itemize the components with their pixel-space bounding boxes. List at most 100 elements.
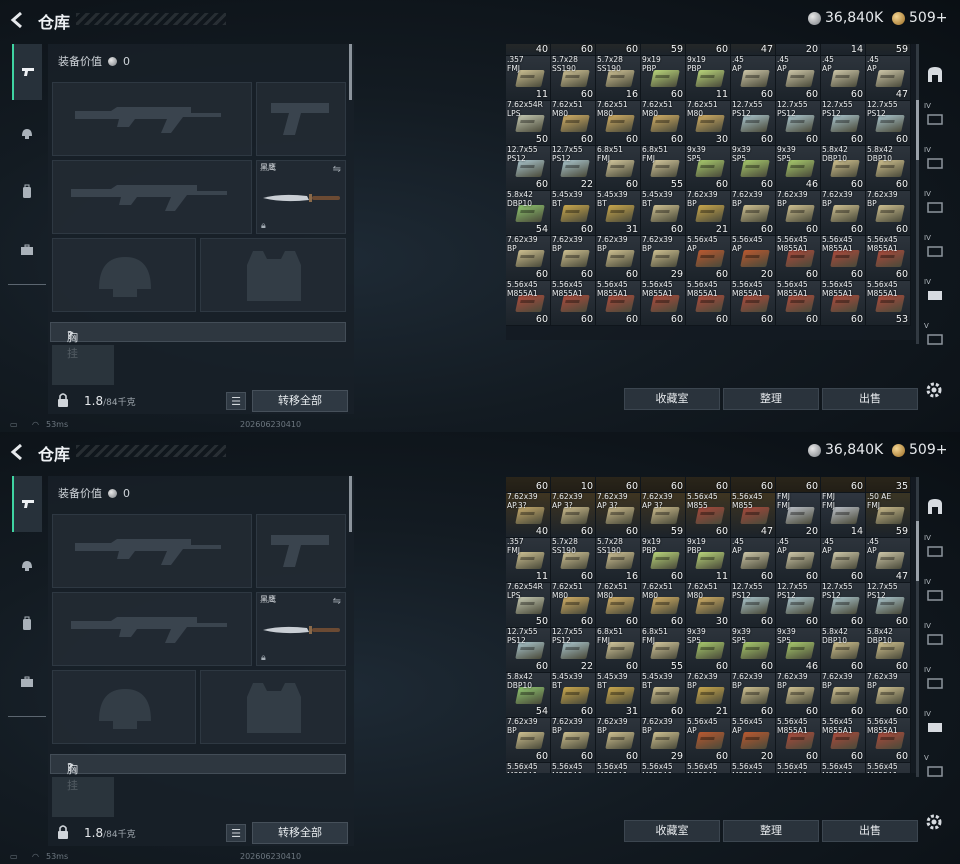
chest-rig-slot[interactable]	[52, 345, 114, 385]
ammo-stack[interactable]: 5.7x28 SS190 16	[596, 56, 641, 101]
ammo-stack[interactable]: 5.56x45 M855A153	[866, 763, 911, 773]
tab-stash[interactable]	[922, 56, 948, 92]
ammo-stack[interactable]: .45 AP 60	[731, 56, 776, 101]
ammo-stack[interactable]: 9x19 PBP 60	[641, 538, 686, 583]
tab-armor[interactable]	[12, 538, 42, 594]
ammo-stack[interactable]: .45 AP 60	[821, 56, 866, 101]
ammo-stack[interactable]: .45 AP 47	[866, 56, 911, 101]
sidearm-slot[interactable]	[256, 514, 346, 588]
ammo-stack[interactable]: 7.62x39 BP 60	[866, 673, 911, 718]
help-icon[interactable]: ?	[67, 329, 73, 342]
armor-slot[interactable]	[200, 670, 346, 744]
ammo-stack[interactable]: FMJ FMJ14	[821, 44, 866, 56]
chest-rig-header[interactable]: 胸挂 ?	[50, 322, 346, 360]
tab-storage-2[interactable]: IV	[922, 576, 948, 612]
ammo-stack[interactable]: 5.56x45 M85560	[686, 44, 731, 56]
ammo-stack[interactable]: 6.8x51 FMJ 55	[641, 628, 686, 673]
ammo-stack[interactable]: 5.56x45 M855A160	[506, 281, 551, 326]
swap-icon[interactable]: ⇋	[333, 164, 341, 175]
ammo-stack[interactable]: 7.62x39 BP 60	[731, 191, 776, 236]
ammo-stack[interactable]: .357 FMJ 11	[506, 56, 551, 101]
ammo-stack[interactable]: 7.62x51 M80 30	[686, 583, 731, 628]
sort-button[interactable]: 整理	[723, 820, 819, 842]
tab-storage-2[interactable]: IV	[922, 144, 948, 180]
ammo-stack[interactable]: 5.45x39 BT 60	[551, 191, 596, 236]
ammo-stack[interactable]: 5.56x45 AP 60	[686, 718, 731, 763]
loadout-scrollbar[interactable]	[349, 476, 352, 532]
ammo-stack[interactable]: 7.62x51 M80 60	[641, 583, 686, 628]
ammo-stack[interactable]: .45 AP 60	[776, 56, 821, 101]
tab-storage-5[interactable]: IV	[922, 276, 948, 312]
tab-backpack[interactable]	[12, 164, 42, 220]
ammo-stack[interactable]: 5.56x45 M855A160	[641, 281, 686, 326]
tab-storage-6[interactable]: V	[922, 320, 948, 356]
collection-room-button[interactable]: 收藏室	[624, 388, 720, 410]
ammo-stack[interactable]: 6.8x51 FMJ 55	[641, 146, 686, 191]
ammo-stack[interactable]: 7.62x39 BP 60	[821, 191, 866, 236]
ammo-stack[interactable]: 7.62x39 BP 60	[776, 191, 821, 236]
ammo-stack[interactable]: 5.56x45 M855A160	[821, 236, 866, 281]
chest-rig-header[interactable]: 胸挂 ?	[50, 754, 346, 792]
ammo-stack[interactable]: 5.45x39 BT 60	[551, 673, 596, 718]
loadout-scrollbar[interactable]	[349, 44, 352, 100]
ammo-stack[interactable]: 5.56x45 M855A160	[551, 763, 596, 773]
tab-case[interactable]	[12, 222, 42, 278]
ammo-stack[interactable]: 7.62x54R LPS 50	[506, 583, 551, 628]
ammo-stack[interactable]: 60	[596, 477, 641, 493]
ammo-stack[interactable]: 5.56x45 AP 60	[686, 236, 731, 281]
ammo-stack[interactable]: 7.62x39 BP 29	[641, 718, 686, 763]
ammo-stack[interactable]: 5.8x42 DBP10 54	[506, 673, 551, 718]
ammo-stack[interactable]: 5.56x45 M855A160	[731, 281, 776, 326]
ammo-stack[interactable]: 5.56x45 M855A160	[866, 236, 911, 281]
transfer-all-button[interactable]: 转移全部	[252, 822, 348, 844]
ammo-stack[interactable]: 9x39 SP5 46	[776, 146, 821, 191]
gold-currency[interactable]: 509+	[892, 10, 947, 26]
stash-scrollbar[interactable]	[916, 477, 919, 777]
list-view-button[interactable]: ☰	[226, 824, 246, 842]
ammo-stack[interactable]: 12.7x55 PS12 22	[551, 146, 596, 191]
ammo-stack[interactable]: 12.7x55 PS12 60	[821, 101, 866, 146]
ammo-stack[interactable]: 7.62x51 M80 30	[686, 101, 731, 146]
ammo-stack[interactable]: 60	[641, 477, 686, 493]
ammo-stack[interactable]: .50 AE FMJ59	[866, 44, 911, 56]
ammo-stack[interactable]: 7.62x39 BP 60	[731, 673, 776, 718]
ammo-stack[interactable]: 5.56x45 M855A153	[866, 281, 911, 326]
stash-scrollbar[interactable]	[916, 44, 919, 344]
ammo-stack[interactable]: 12.7x55 PS12 60	[776, 583, 821, 628]
melee-slot[interactable]: 黑鹰 ⇋ 🔒︎	[256, 592, 346, 666]
ammo-stack[interactable]: 12.7x55 PS12 60	[821, 583, 866, 628]
ammo-stack[interactable]: .45 AP 47	[866, 538, 911, 583]
ammo-stack[interactable]: 5.7x28 SS190 60	[551, 538, 596, 583]
ammo-stack[interactable]: 7.62x39 BP 60	[551, 236, 596, 281]
tab-storage-4[interactable]: IV	[922, 664, 948, 700]
ammo-stack[interactable]: 12.7x55 PS12 60	[506, 146, 551, 191]
back-arrow-icon[interactable]	[8, 10, 28, 30]
ammo-stack[interactable]: 7.62x51 M80 60	[551, 583, 596, 628]
ammo-stack[interactable]: .45 AP 60	[821, 538, 866, 583]
ammo-stack[interactable]: FMJ FMJ20	[776, 44, 821, 56]
ammo-stack[interactable]: 7.62x51 M80 60	[596, 101, 641, 146]
ammo-stack[interactable]: 35	[866, 477, 911, 493]
ammo-stack[interactable]: 12.7x55 PS12 22	[551, 628, 596, 673]
ammo-stack[interactable]: 5.56x45 M855 47	[731, 493, 776, 538]
ammo-stack[interactable]: 9x39 SP5 60	[686, 628, 731, 673]
tab-storage-1[interactable]: IV	[922, 532, 948, 568]
ammo-stack[interactable]: 5.8x42 DBP10 60	[821, 146, 866, 191]
tab-stash[interactable]	[922, 488, 948, 524]
ammo-stack[interactable]: 7.62x51 M80 60	[596, 583, 641, 628]
ammo-stack[interactable]: 7.62x39 AP.3? 40	[506, 493, 551, 538]
ammo-stack[interactable]: 7.62x39 BP 60	[866, 191, 911, 236]
ammo-stack[interactable]: 5.8x42 DBP10 60	[821, 628, 866, 673]
silver-currency[interactable]: 36,840K	[808, 442, 883, 458]
help-icon[interactable]: ?	[67, 761, 73, 774]
ammo-stack[interactable]: 5.8x42 DBP10 54	[506, 191, 551, 236]
ammo-stack[interactable]: 9x19 PBP 11	[686, 56, 731, 101]
ammo-stack[interactable]: 5.56x45 M855A160	[596, 763, 641, 773]
ammo-stack[interactable]: 5.56x45 M855A160	[821, 281, 866, 326]
ammo-stack[interactable]: .45 AP 60	[776, 538, 821, 583]
ammo-stack[interactable]: 7.62x51 M80 60	[551, 101, 596, 146]
ammo-stack[interactable]: 60	[776, 477, 821, 493]
tab-storage-3[interactable]: IV	[922, 620, 948, 656]
gold-currency[interactable]: 509+	[892, 442, 947, 458]
ammo-stack[interactable]: 7.62x39 BP 60	[551, 718, 596, 763]
